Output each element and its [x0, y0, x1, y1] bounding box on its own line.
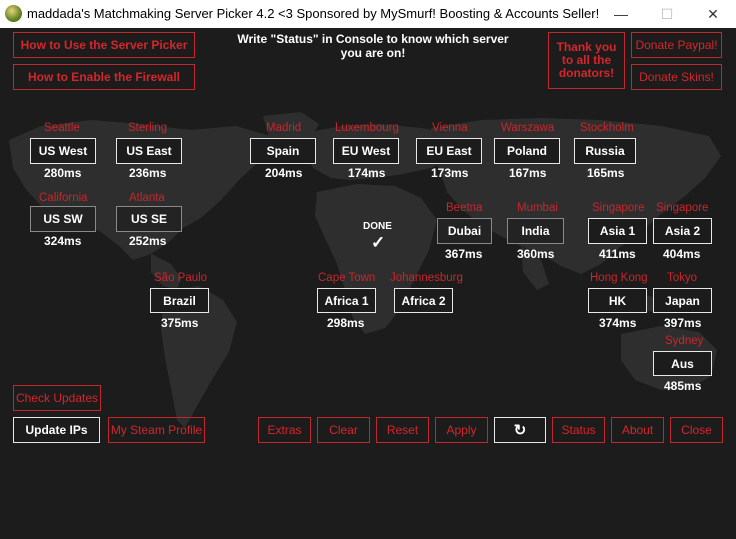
- ping-value: 374ms: [599, 316, 637, 330]
- thanks-donators-label: Thank you to all the donators!: [548, 32, 625, 89]
- server-button-asia-2[interactable]: Asia 2: [653, 218, 712, 244]
- city-label: Cape Town: [318, 272, 376, 284]
- status-button[interactable]: Status: [552, 417, 605, 443]
- server-button-dubai[interactable]: Dubai: [437, 218, 492, 244]
- city-label: Vienna: [432, 122, 468, 134]
- server-button-us-west[interactable]: US West: [30, 138, 96, 164]
- close-button[interactable]: Close: [670, 417, 723, 443]
- server-button-spain[interactable]: Spain: [250, 138, 316, 164]
- ping-value: 173ms: [431, 166, 469, 180]
- server-button-brazil[interactable]: Brazil: [150, 288, 209, 313]
- city-label: Singapore: [592, 202, 645, 214]
- ping-value: 397ms: [664, 316, 702, 330]
- city-label: Sydney: [665, 335, 704, 347]
- server-button-africa-1[interactable]: Africa 1: [317, 288, 376, 313]
- ping-value: 375ms: [161, 316, 199, 330]
- server-button-japan[interactable]: Japan: [653, 288, 712, 313]
- city-label: Beetna: [446, 202, 483, 214]
- status-done-label: DONE: [363, 221, 392, 232]
- ping-value: 204ms: [265, 166, 303, 180]
- server-button-hk[interactable]: HK: [588, 288, 647, 313]
- ping-value: 167ms: [509, 166, 547, 180]
- window-title: maddada's Matchmaking Server Picker 4.2 …: [27, 6, 600, 21]
- city-label: Seattle: [44, 122, 80, 134]
- city-label: Luxembourg: [335, 122, 399, 134]
- minimize-button[interactable]: —: [598, 0, 644, 28]
- city-label: Warszawa: [501, 122, 555, 134]
- server-button-aus[interactable]: Aus: [653, 351, 712, 376]
- server-button-poland[interactable]: Poland: [494, 138, 560, 164]
- maximize-button[interactable]: ☐: [644, 0, 690, 28]
- clear-button[interactable]: Clear: [317, 417, 370, 443]
- ping-value: 404ms: [663, 247, 701, 261]
- city-label: Sterling: [128, 122, 167, 134]
- city-label: Hong Kong: [590, 272, 648, 284]
- server-button-africa-2[interactable]: Africa 2: [394, 288, 453, 313]
- city-label: Johannesburg: [390, 272, 463, 284]
- app-logo-icon: [5, 5, 22, 22]
- check-updates-button[interactable]: Check Updates: [13, 385, 101, 411]
- server-button-us-east[interactable]: US East: [116, 138, 182, 164]
- ping-value: 324ms: [44, 234, 82, 248]
- main-panel: How to Use the Server Picker How to Enab…: [1, 28, 735, 538]
- server-button-india[interactable]: India: [507, 218, 564, 244]
- ping-value: 165ms: [587, 166, 625, 180]
- ping-value: 411ms: [599, 247, 636, 261]
- title-bar: maddada's Matchmaking Server Picker 4.2 …: [0, 0, 736, 28]
- reset-button[interactable]: Reset: [376, 417, 429, 443]
- ping-value: 280ms: [44, 166, 82, 180]
- checkmark-icon: ✓: [371, 233, 386, 252]
- server-button-us-se[interactable]: US SE: [116, 206, 182, 232]
- server-button-russia[interactable]: Russia: [574, 138, 636, 164]
- apply-button[interactable]: Apply: [435, 417, 488, 443]
- city-label: Tokyo: [667, 272, 698, 284]
- city-label: Mumbai: [517, 202, 558, 214]
- city-label: Stockholm: [580, 122, 634, 134]
- city-label: Singapore: [656, 202, 709, 214]
- steam-profile-button[interactable]: My Steam Profile: [108, 417, 205, 443]
- server-button-eu-west[interactable]: EU West: [333, 138, 399, 164]
- server-button-us-sw[interactable]: US SW: [30, 206, 96, 232]
- how-to-use-button[interactable]: How to Use the Server Picker: [13, 32, 195, 58]
- city-label: Atlanta: [129, 192, 165, 204]
- ping-value: 360ms: [517, 247, 555, 261]
- city-label: São Paulo: [154, 272, 208, 284]
- about-button[interactable]: About: [611, 417, 664, 443]
- console-notice: Write "Status" in Console to know which …: [237, 32, 509, 60]
- city-label: California: [39, 192, 88, 204]
- ping-value: 252ms: [129, 234, 167, 248]
- update-ips-button[interactable]: Update IPs: [13, 417, 100, 443]
- ping-value: 367ms: [445, 247, 483, 261]
- server-button-eu-east[interactable]: EU East: [416, 138, 482, 164]
- refresh-icon[interactable]: ↻: [494, 417, 546, 443]
- donate-skins-button[interactable]: Donate Skins!: [631, 64, 722, 90]
- extras-button[interactable]: Extras: [258, 417, 311, 443]
- ping-value: 174ms: [348, 166, 386, 180]
- close-window-button[interactable]: ✕: [690, 0, 736, 28]
- donate-paypal-button[interactable]: Donate Paypal!: [631, 32, 722, 58]
- ping-value: 485ms: [664, 379, 702, 393]
- how-to-firewall-button[interactable]: How to Enable the Firewall: [13, 64, 195, 90]
- ping-value: 236ms: [129, 166, 167, 180]
- ping-value: 298ms: [327, 316, 365, 330]
- server-button-asia-1[interactable]: Asia 1: [588, 218, 647, 244]
- city-label: Madrid: [266, 122, 302, 134]
